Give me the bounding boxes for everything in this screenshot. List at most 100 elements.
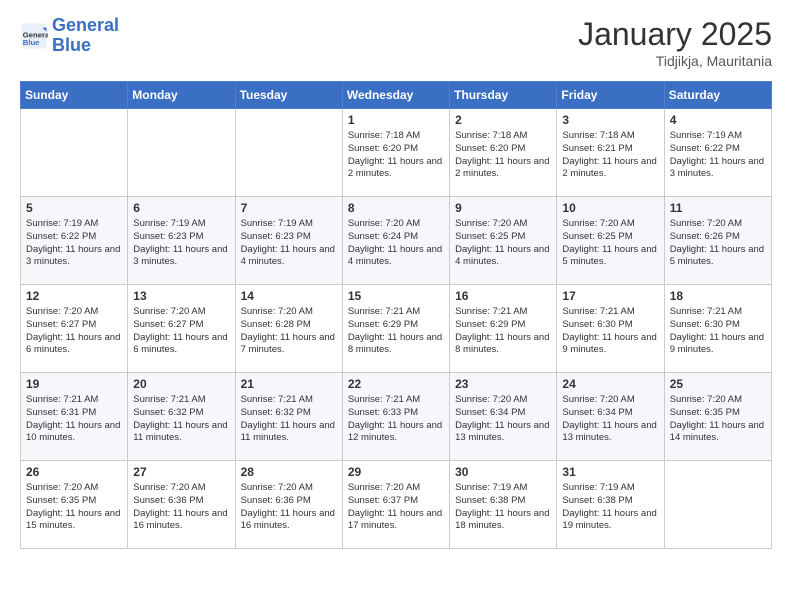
day-info: Sunrise: 7:20 AMSunset: 6:35 PMDaylight:… [670,394,766,445]
calendar-cell: 23Sunrise: 7:20 AMSunset: 6:34 PMDayligh… [450,373,557,461]
calendar-cell: 2 Sunrise: 7:18 AMSunset: 6:20 PMDaylight… [450,109,557,197]
day-info: Sunrise: 7:19 AMSunset: 6:23 PMDaylight:… [241,218,337,269]
day-info: Sunrise: 7:21 AMSunset: 6:32 PMDaylight:… [133,394,229,445]
day-number: 10 [562,201,658,215]
day-number: 31 [562,465,658,479]
day-info: Sunrise: 7:20 AMSunset: 6:25 PMDaylight:… [562,218,658,269]
day-info: Sunrise: 7:18 AMSunset: 6:20 PMDaylight:… [455,130,551,181]
calendar-cell: 7 Sunrise: 7:19 AMSunset: 6:23 PMDaylight… [235,197,342,285]
calendar-cell [664,461,771,549]
day-info: Sunrise: 7:18 AMSunset: 6:21 PMDaylight:… [562,130,658,181]
calendar-cell: 25 Sunrise: 7:20 AMSunset: 6:35 PMDayligh… [664,373,771,461]
day-number: 20 [133,377,229,391]
page: General Blue GeneralBlue January 2025 Ti… [0,0,792,612]
calendar-cell: 30Sunrise: 7:19 AMSunset: 6:38 PMDayligh… [450,461,557,549]
calendar-cell: 13Sunrise: 7:20 AMSunset: 6:27 PMDayligh… [128,285,235,373]
day-number: 16 [455,289,551,303]
calendar: SundayMondayTuesdayWednesdayThursdayFrid… [20,81,772,549]
calendar-cell: 15Sunrise: 7:21 AMSunset: 6:29 PMDayligh… [342,285,449,373]
calendar-cell: 28 Sunrise: 7:20 AMSunset: 6:36 PMDayligh… [235,461,342,549]
day-number: 19 [26,377,122,391]
day-number: 26 [26,465,122,479]
calendar-cell: 27 Sunrise: 7:20 AMSunset: 6:36 PMDayligh… [128,461,235,549]
day-info: Sunrise: 7:20 AMSunset: 6:24 PMDaylight:… [348,218,444,269]
day-info: Sunrise: 7:21 AMSunset: 6:32 PMDaylight:… [241,394,337,445]
day-info: Sunrise: 7:20 AMSunset: 6:28 PMDaylight:… [241,306,337,357]
calendar-week-row: 26 Sunrise: 7:20 AMSunset: 6:35 PMDayligh… [21,461,772,549]
day-info: Sunrise: 7:19 AMSunset: 6:22 PMDaylight:… [26,218,122,269]
day-number: 9 [455,201,551,215]
day-number: 3 [562,113,658,127]
day-number: 27 [133,465,229,479]
calendar-cell [21,109,128,197]
day-number: 2 [455,113,551,127]
day-info: Sunrise: 7:21 AMSunset: 6:33 PMDaylight:… [348,394,444,445]
location: Tidjikja, Mauritania [578,53,772,69]
day-info: Sunrise: 7:20 AMSunset: 6:27 PMDaylight:… [26,306,122,357]
calendar-cell: 22 Sunrise: 7:21 AMSunset: 6:33 PMDayligh… [342,373,449,461]
svg-text:Blue: Blue [23,38,40,47]
calendar-cell: 17 Sunrise: 7:21 AMSunset: 6:30 PMDayligh… [557,285,664,373]
calendar-week-row: 19 Sunrise: 7:21 AMSunset: 6:31 PMDayligh… [21,373,772,461]
calendar-cell: 24 Sunrise: 7:20 AMSunset: 6:34 PMDayligh… [557,373,664,461]
calendar-cell: 11Sunrise: 7:20 AMSunset: 6:26 PMDayligh… [664,197,771,285]
day-number: 1 [348,113,444,127]
day-number: 4 [670,113,766,127]
day-number: 17 [562,289,658,303]
calendar-cell [128,109,235,197]
calendar-cell: 4 Sunrise: 7:19 AMSunset: 6:22 PMDaylight… [664,109,771,197]
calendar-cell: 31Sunrise: 7:19 AMSunset: 6:38 PMDayligh… [557,461,664,549]
day-info: Sunrise: 7:20 AMSunset: 6:25 PMDaylight:… [455,218,551,269]
calendar-week-row: 12 Sunrise: 7:20 AMSunset: 6:27 PMDayligh… [21,285,772,373]
day-number: 13 [133,289,229,303]
day-number: 25 [670,377,766,391]
day-info: Sunrise: 7:19 AMSunset: 6:22 PMDaylight:… [670,130,766,181]
day-number: 15 [348,289,444,303]
calendar-cell: 5Sunrise: 7:19 AMSunset: 6:22 PMDaylight… [21,197,128,285]
day-info: Sunrise: 7:20 AMSunset: 6:36 PMDaylight:… [133,482,229,533]
calendar-header-row: SundayMondayTuesdayWednesdayThursdayFrid… [21,82,772,109]
calendar-cell: 18 Sunrise: 7:21 AMSunset: 6:30 PMDayligh… [664,285,771,373]
day-info: Sunrise: 7:21 AMSunset: 6:30 PMDaylight:… [670,306,766,357]
calendar-week-row: 5Sunrise: 7:19 AMSunset: 6:22 PMDaylight… [21,197,772,285]
calendar-cell: 1 Sunrise: 7:18 AMSunset: 6:20 PMDaylight… [342,109,449,197]
day-number: 7 [241,201,337,215]
day-info: Sunrise: 7:20 AMSunset: 6:34 PMDaylight:… [455,394,551,445]
calendar-cell: 29 Sunrise: 7:20 AMSunset: 6:37 PMDayligh… [342,461,449,549]
header: General Blue GeneralBlue January 2025 Ti… [20,16,772,69]
day-info: Sunrise: 7:18 AMSunset: 6:20 PMDaylight:… [348,130,444,181]
day-info: Sunrise: 7:21 AMSunset: 6:30 PMDaylight:… [562,306,658,357]
calendar-day-header: Monday [128,82,235,109]
calendar-cell: 26 Sunrise: 7:20 AMSunset: 6:35 PMDayligh… [21,461,128,549]
day-number: 12 [26,289,122,303]
calendar-cell: 10 Sunrise: 7:20 AMSunset: 6:25 PMDayligh… [557,197,664,285]
day-number: 22 [348,377,444,391]
day-number: 29 [348,465,444,479]
calendar-cell: 21Sunrise: 7:21 AMSunset: 6:32 PMDayligh… [235,373,342,461]
calendar-cell: 20 Sunrise: 7:21 AMSunset: 6:32 PMDayligh… [128,373,235,461]
day-number: 8 [348,201,444,215]
calendar-cell: 14Sunrise: 7:20 AMSunset: 6:28 PMDayligh… [235,285,342,373]
day-info: Sunrise: 7:20 AMSunset: 6:34 PMDaylight:… [562,394,658,445]
day-number: 11 [670,201,766,215]
calendar-day-header: Friday [557,82,664,109]
day-number: 18 [670,289,766,303]
calendar-cell: 16Sunrise: 7:21 AMSunset: 6:29 PMDayligh… [450,285,557,373]
day-number: 30 [455,465,551,479]
calendar-week-row: 1 Sunrise: 7:18 AMSunset: 6:20 PMDaylight… [21,109,772,197]
title-block: January 2025 Tidjikja, Mauritania [578,16,772,69]
day-info: Sunrise: 7:20 AMSunset: 6:36 PMDaylight:… [241,482,337,533]
day-number: 28 [241,465,337,479]
day-info: Sunrise: 7:21 AMSunset: 6:31 PMDaylight:… [26,394,122,445]
calendar-cell [235,109,342,197]
calendar-day-header: Thursday [450,82,557,109]
calendar-cell: 19 Sunrise: 7:21 AMSunset: 6:31 PMDayligh… [21,373,128,461]
calendar-day-header: Saturday [664,82,771,109]
day-number: 6 [133,201,229,215]
day-info: Sunrise: 7:20 AMSunset: 6:37 PMDaylight:… [348,482,444,533]
day-number: 24 [562,377,658,391]
day-info: Sunrise: 7:20 AMSunset: 6:35 PMDaylight:… [26,482,122,533]
month-title: January 2025 [578,16,772,53]
calendar-day-header: Wednesday [342,82,449,109]
calendar-cell: 9 Sunrise: 7:20 AMSunset: 6:25 PMDaylight… [450,197,557,285]
